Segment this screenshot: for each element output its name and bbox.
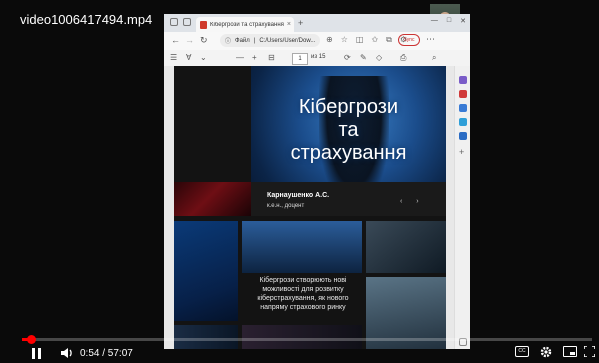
url-path: C:/Users/User/Dow... bbox=[259, 37, 316, 44]
outlook-icon[interactable] bbox=[459, 118, 467, 126]
refresh-icon[interactable]: ↻ bbox=[200, 35, 208, 46]
slide-title-line-3: страхування bbox=[290, 142, 407, 164]
highlight-icon[interactable]: ∀ bbox=[186, 53, 191, 62]
tab-pdf[interactable]: Кібергрози та страхування × bbox=[196, 17, 294, 32]
red-cyber-image bbox=[174, 182, 251, 216]
page-total: из 15 bbox=[311, 54, 326, 60]
favorite-star-icon[interactable]: ☆ bbox=[341, 35, 348, 45]
window-controls: — □ ✕ bbox=[431, 17, 466, 25]
more-menu-icon[interactable]: ⋯ bbox=[426, 34, 435, 45]
split-screen-icon[interactable]: ◫ bbox=[356, 35, 364, 45]
slide-title-line-2: та bbox=[338, 119, 359, 141]
address-bar-row: ← → ↻ ⓘ Файл | C:/Users/User/Dow... ⊕ ☆ … bbox=[164, 32, 470, 51]
fit-page-icon[interactable]: ⊟ bbox=[268, 53, 275, 62]
miniplayer-icon[interactable] bbox=[563, 346, 577, 357]
pdf-file-icon bbox=[200, 20, 207, 29]
fullscreen-icon[interactable] bbox=[583, 345, 596, 360]
info-icon: ⓘ bbox=[225, 39, 232, 45]
zoom-icon[interactable]: ⊕ bbox=[326, 35, 333, 45]
sync-button[interactable]: Sync bbox=[398, 34, 420, 46]
dropdown-chevron-icon[interactable]: ⌄ bbox=[200, 53, 207, 62]
zoom-out-button[interactable]: — bbox=[236, 53, 244, 62]
page-number-input[interactable]: 1 bbox=[292, 53, 308, 65]
edge-sidebar: + bbox=[454, 66, 470, 349]
contents-icon[interactable]: ☰ bbox=[170, 53, 177, 62]
address-bar[interactable]: ⓘ Файл | C:/Users/User/Dow... bbox=[220, 34, 320, 47]
toolbar-icons: ⊕ ☆ ◫ ✩ ⧉ ⚙ bbox=[326, 35, 407, 45]
tools-icon[interactable] bbox=[459, 104, 467, 112]
presentation-slide: Кібергрози та страхування Карнаушенко А.… bbox=[174, 66, 446, 349]
slide-title: Кібергрози та страхування bbox=[251, 96, 446, 165]
collections-icon[interactable]: ⧉ bbox=[386, 35, 392, 45]
print-icon[interactable]: ⎙ bbox=[400, 53, 406, 63]
forward-icon[interactable]: → bbox=[185, 35, 194, 45]
erase-icon[interactable]: ◇ bbox=[376, 53, 382, 62]
tab-actions-icon[interactable] bbox=[183, 18, 191, 26]
author-degree: к.е.н., доцент bbox=[267, 203, 305, 209]
maximize-button[interactable]: □ bbox=[447, 17, 451, 25]
url-separator: | bbox=[253, 37, 256, 44]
tab-title: Кібергрози та страхування bbox=[210, 21, 284, 28]
new-tab-button[interactable]: + bbox=[298, 18, 303, 28]
slide-nav-arrows: ‹ › bbox=[400, 198, 425, 205]
url-scheme: Файл bbox=[235, 37, 250, 44]
video-title: video1006417494.mp4 bbox=[20, 12, 153, 27]
pdf-toolbar: ☰ ∀ ⌄ — + ⊟ 1 из 15 ⟳ ✎ ◇ ⎙ ⌕ bbox=[164, 50, 470, 67]
copilot-icon[interactable] bbox=[459, 76, 467, 84]
close-window-button[interactable]: ✕ bbox=[460, 17, 466, 25]
shared-browser-window: Кібергрози та страхування × + — □ ✕ ← → … bbox=[164, 14, 470, 349]
volume-icon[interactable] bbox=[60, 345, 74, 361]
captions-icon[interactable]: CC bbox=[515, 346, 529, 357]
word-icon[interactable] bbox=[459, 132, 467, 140]
tab-strip: Кібергрози та страхування × + — □ ✕ bbox=[164, 14, 470, 32]
favorites-icon[interactable]: ✩ bbox=[371, 35, 378, 45]
minimize-button[interactable]: — bbox=[431, 17, 438, 25]
keyboard-image bbox=[242, 325, 362, 349]
back-icon[interactable]: ← bbox=[171, 35, 180, 45]
author-strip: Карнаушенко А.С. к.е.н., доцент ‹ › bbox=[174, 182, 446, 216]
progress-bar[interactable] bbox=[22, 335, 592, 344]
shopping-icon[interactable] bbox=[459, 90, 467, 98]
time-display: 0:54 / 57:07 bbox=[80, 348, 133, 359]
cloud-hand-image bbox=[242, 221, 362, 273]
zoom-in-button[interactable]: + bbox=[252, 53, 257, 62]
tab-close-button[interactable]: × bbox=[287, 21, 294, 28]
pdf-document-area[interactable]: Кібергрози та страхування Карнаушенко А.… bbox=[164, 66, 454, 349]
draw-icon[interactable]: ✎ bbox=[360, 53, 367, 62]
slide-title-line-1: Кібергрози bbox=[298, 96, 399, 118]
workspaces-icon[interactable] bbox=[170, 18, 178, 26]
stethoscope-image bbox=[366, 221, 446, 273]
circuit-image bbox=[174, 325, 238, 349]
slide-tagline: Кібергрози створюють нові можливості для… bbox=[257, 277, 349, 311]
search-icon[interactable]: ⌕ bbox=[432, 53, 436, 63]
image-collage: Кібергрози створюють нові можливості для… bbox=[174, 221, 446, 349]
settings-icon[interactable] bbox=[540, 346, 552, 361]
add-sidebar-icon[interactable]: + bbox=[459, 148, 467, 157]
pause-icon[interactable] bbox=[32, 345, 41, 361]
rotate-icon[interactable]: ⟳ bbox=[344, 53, 351, 62]
author-name: Карнаушенко А.С. bbox=[267, 192, 330, 199]
fingerprint-image bbox=[174, 221, 238, 321]
